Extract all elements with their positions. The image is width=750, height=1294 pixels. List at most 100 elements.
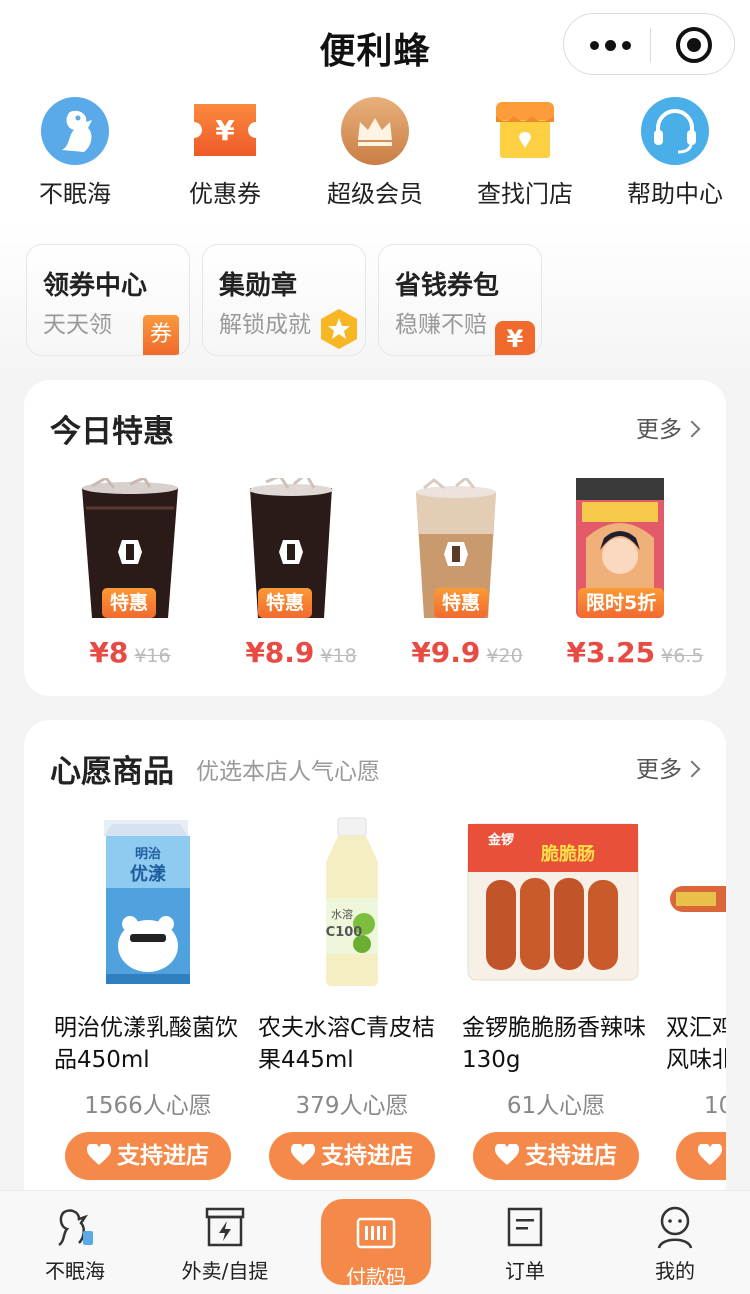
wishlist-panel: 心愿商品 优选本店人气心愿 更多 明治 优漾 明治优漾乳酸菌饮品450ml 156… [24, 720, 726, 1210]
tab-mine[interactable]: 我的 [600, 1205, 750, 1284]
quick-entry-coupon[interactable]: ¥ 优惠券 [150, 96, 300, 209]
heart-icon [697, 1135, 723, 1183]
bottom-tab-bar: 不眠海 外卖/自提 付款码 订单 我的 [0, 1190, 750, 1294]
pkg-text-brand: 水溶 [331, 907, 353, 921]
support-store-button[interactable]: 支持进店 [65, 1132, 231, 1180]
quick-entry-bumianhai[interactable]: 不眠海 [0, 96, 150, 209]
support-store-button[interactable]: 支持进店 [676, 1132, 726, 1180]
tab-payment-code[interactable]: 付款码 [321, 1199, 431, 1289]
card-title: 省钱券包 [395, 271, 500, 301]
heart-icon [494, 1135, 520, 1183]
product-image: 明治 优漾 [50, 814, 246, 994]
wish-count: 10人心愿 [704, 1093, 726, 1119]
button-label: 支持进店 [117, 1143, 209, 1169]
wishlist-more-link[interactable]: 更多 [636, 750, 698, 784]
deal-item[interactable]: 特惠 ¥8 ¥16 [70, 476, 220, 678]
deal-new-price: ¥8 [89, 636, 129, 669]
tab-label: 外卖/自提 [181, 1259, 269, 1283]
deal-old-price: ¥18 [320, 645, 357, 667]
card-medals[interactable]: 集勋章 解锁成就 [202, 244, 366, 356]
support-store-button[interactable]: 支持进店 [269, 1132, 435, 1180]
more-menu-icon[interactable] [590, 40, 631, 51]
crown-icon [340, 96, 410, 166]
product-name: 农夫水溶C青皮桔果445ml [258, 1015, 436, 1073]
section-title: 今日特惠 [50, 414, 174, 450]
quick-entry-label: 优惠券 [189, 180, 261, 208]
product-name: 明治优漾乳酸菌饮品450ml [54, 1015, 238, 1073]
tab-label: 不眠海 [45, 1259, 105, 1283]
capsule-divider [650, 28, 651, 62]
svg-text:¥: ¥ [215, 114, 235, 147]
wish-count: 379人心愿 [295, 1093, 409, 1119]
tab-delivery[interactable]: 外卖/自提 [150, 1205, 300, 1284]
deals-more-link[interactable]: 更多 [636, 410, 698, 444]
tab-label: 订单 [505, 1259, 545, 1283]
wish-item[interactable]: 金锣脆脆肠 金锣脆脆肠香辣味130g 61人心愿 支持进店 [458, 814, 654, 1180]
quick-entry-super-member[interactable]: 超级会员 [300, 96, 450, 209]
deal-tag: 特惠 [102, 588, 157, 618]
order-doc-icon [501, 1205, 549, 1249]
button-label: 支持进店 [525, 1143, 617, 1169]
wish-item[interactable]: 明治 优漾 明治优漾乳酸菌饮品450ml 1566人心愿 支持进店 [50, 814, 246, 1180]
quick-entry-find-store[interactable]: 查找门店 [450, 96, 600, 209]
support-store-button[interactable]: 支持进店 [473, 1132, 639, 1180]
product-image: 水溶 C100 [254, 814, 450, 994]
deal-price: ¥3.25 ¥6.5 [560, 636, 710, 669]
quick-entry-help-center[interactable]: 帮助中心 [600, 96, 750, 209]
wish-count: 1566人心愿 [84, 1093, 212, 1119]
pkg-text-brand: 明治 [135, 846, 161, 862]
button-label: 支持进店 [321, 1143, 413, 1169]
seahorse-icon [40, 96, 110, 166]
card-title: 集勋章 [219, 271, 298, 301]
deal-item[interactable]: 限时5折 ¥3.25 ¥6.5 [566, 478, 716, 678]
wish-item[interactable]: 双汇鸡肉肠(台湾风味北)80g 10人心愿 支持进店 [662, 814, 726, 1180]
product-name: 金锣脆脆肠香辣味130g [462, 1015, 646, 1073]
section-subtitle: 优选本店人气心愿 [196, 759, 380, 785]
product-image: 金锣脆脆肠 [458, 814, 654, 994]
deal-old-price: ¥20 [486, 645, 523, 667]
page: 便利蜂 不眠海 ¥ 优惠券 超级会员 查找门店 帮助中心 领券中心 天天领 券 … [0, 0, 750, 1294]
section-title: 心愿商品 [50, 754, 174, 790]
person-icon [651, 1205, 699, 1249]
card-saving-pack[interactable]: 省钱券包 稳赚不赔 ¥ [378, 244, 542, 356]
today-deals-panel: 今日特惠 更多 特惠 ¥8 ¥16 特惠 ¥8.9 ¥18 特惠 ¥9.9 ¥20 [24, 380, 726, 696]
yuan-badge-icon: ¥ [495, 321, 535, 355]
tab-label: 付款码 [346, 1265, 406, 1289]
close-target-icon[interactable] [676, 27, 712, 63]
deal-item[interactable]: 特惠 ¥8.9 ¥18 [236, 471, 386, 678]
pkg-text-brand: 金锣 [487, 832, 514, 848]
deal-tag: 特惠 [434, 588, 489, 618]
quick-entry-label: 帮助中心 [627, 180, 723, 208]
wish-count: 61人心愿 [506, 1093, 606, 1119]
card-subtitle: 解锁成就 [219, 312, 311, 338]
deal-price: ¥9.9 ¥20 [392, 636, 542, 669]
deal-new-price: ¥3.25 [566, 636, 656, 669]
pkg-text-product: C100 [326, 925, 363, 940]
delivery-box-icon [201, 1205, 249, 1249]
quick-entry-label: 超级会员 [327, 180, 423, 208]
product-image [662, 814, 726, 994]
pkg-text-product: 优漾 [130, 863, 167, 885]
heart-icon [86, 1135, 112, 1183]
barcode-icon [321, 1213, 431, 1257]
mini-program-capsule [563, 13, 735, 75]
wish-item[interactable]: 水溶 C100 农夫水溶C青皮桔果445ml 379人心愿 支持进店 [254, 814, 450, 1180]
deal-price: ¥8 ¥16 [55, 636, 205, 669]
deal-item[interactable]: 特惠 ¥9.9 ¥20 [400, 475, 550, 678]
coupon-badge-icon: 券 [143, 315, 179, 355]
product-name: 双汇鸡肉肠(台湾风味北)80g [666, 1015, 726, 1073]
headset-icon [640, 96, 710, 166]
deal-old-price: ¥6.5 [661, 645, 704, 667]
card-subtitle: 天天领 [43, 312, 112, 338]
tab-bumianhai[interactable]: 不眠海 [0, 1205, 150, 1284]
deal-new-price: ¥8.9 [245, 636, 315, 669]
quick-entry-label: 查找门店 [477, 180, 573, 208]
pkg-text-product: 脆脆肠 [540, 843, 595, 865]
card-coupon-center[interactable]: 领券中心 天天领 券 [26, 244, 190, 356]
medal-star-icon [317, 307, 361, 355]
tab-orders[interactable]: 订单 [450, 1205, 600, 1284]
store-icon [490, 96, 560, 166]
deal-tag: 限时5折 [578, 588, 665, 618]
seahorse-outline-icon [51, 1205, 99, 1249]
deal-new-price: ¥9.9 [411, 636, 481, 669]
